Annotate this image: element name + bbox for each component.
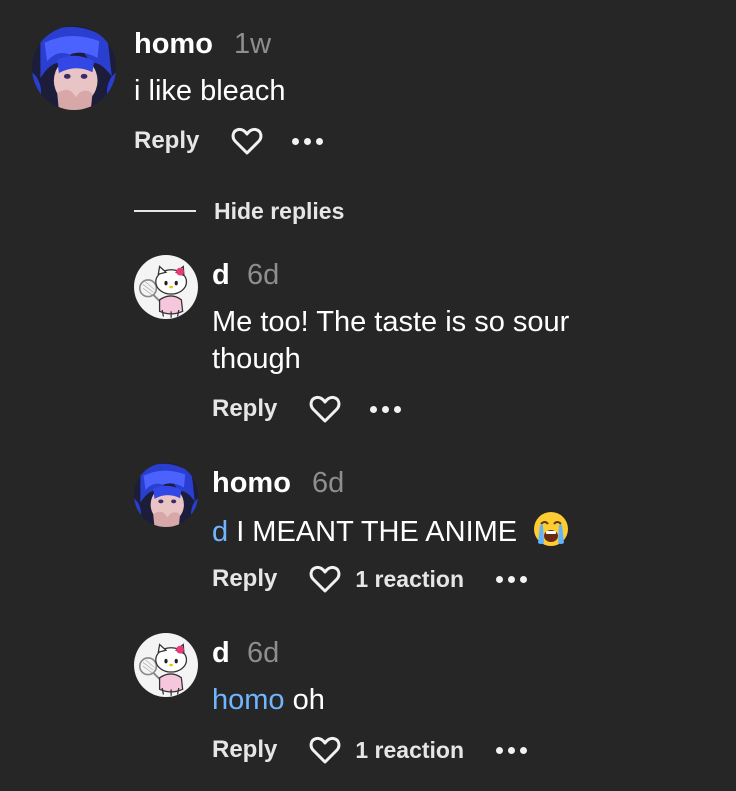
more-options-button[interactable] [496,575,532,583]
username[interactable]: homo [134,27,213,61]
more-options-button[interactable] [370,405,406,413]
user-avatar[interactable] [134,255,198,319]
more-dot-icon [292,137,300,145]
more-dot-icon [496,746,504,754]
reply-button[interactable]: Reply [212,395,277,423]
heart-icon [309,565,341,593]
comment-text: homo oh [212,682,325,719]
more-options-button[interactable] [496,746,532,754]
comment-actions: Reply [134,121,328,161]
username[interactable]: d [212,258,230,292]
more-dot-icon [520,746,528,754]
loudly-crying-face-icon [534,512,569,546]
heart-icon [231,127,263,155]
user-avatar[interactable] [32,26,116,110]
more-dot-icon [520,575,528,583]
user-avatar[interactable] [134,463,198,527]
comment-actions: Reply 1 reaction [212,730,532,770]
more-dot-icon [394,405,402,413]
comment-text: d I MEANT THE ANIME [212,511,569,551]
more-dot-icon [496,575,504,583]
like-button[interactable] [231,127,263,155]
timestamp: 6d [312,467,345,499]
like-button[interactable]: 1 reaction [309,736,464,764]
reply-button[interactable]: Reply [212,565,277,593]
like-button[interactable]: 1 reaction [309,565,464,593]
reply-d-6d-1: d 6d Me too! The taste is so sour though… [0,245,736,435]
like-button[interactable] [309,395,341,423]
comment-text: Me too! The taste is so sour though [212,304,569,378]
mention-link[interactable]: d [212,516,228,548]
comment-body: oh [284,684,325,716]
more-options-button[interactable] [292,137,328,145]
hide-replies-button[interactable]: Hide replies [134,196,344,226]
more-dot-icon [508,746,516,754]
more-dot-icon [508,575,516,583]
reply-button[interactable]: Reply [134,127,199,155]
timestamp: 6d [247,637,280,669]
comment-homo-1w: homo 1w i like bleach Reply [0,0,736,180]
mention-link[interactable]: homo [212,684,285,716]
timestamp: 1w [234,28,272,60]
comment-text: i like bleach [134,75,286,107]
reply-d-6d-2: d 6d homo oh Reply 1 reaction [0,625,736,791]
hide-replies-label: Hide replies [214,197,345,224]
comment-body: I MEANT THE ANIME [228,516,518,548]
comment-text-line: though [212,343,301,375]
reaction-count[interactable]: 1 reaction [355,737,464,764]
reply-button[interactable]: Reply [212,736,277,764]
more-dot-icon [316,137,324,145]
heart-icon [309,395,341,423]
heart-icon [309,736,341,764]
timestamp: 6d [247,259,280,291]
more-dot-icon [382,405,390,413]
username[interactable]: homo [212,466,291,500]
user-avatar[interactable] [134,633,198,697]
more-dot-icon [304,137,312,145]
comment-text-line: Me too! The taste is so sour [212,306,570,338]
divider-line [134,210,196,212]
reply-homo-6d: homo 6d d I MEANT THE ANIME Reply 1 reac… [0,455,736,615]
reaction-count[interactable]: 1 reaction [355,566,464,593]
username[interactable]: d [212,636,230,670]
comment-actions: Reply 1 reaction [212,559,532,599]
more-dot-icon [370,405,378,413]
comment-actions: Reply [212,389,406,429]
